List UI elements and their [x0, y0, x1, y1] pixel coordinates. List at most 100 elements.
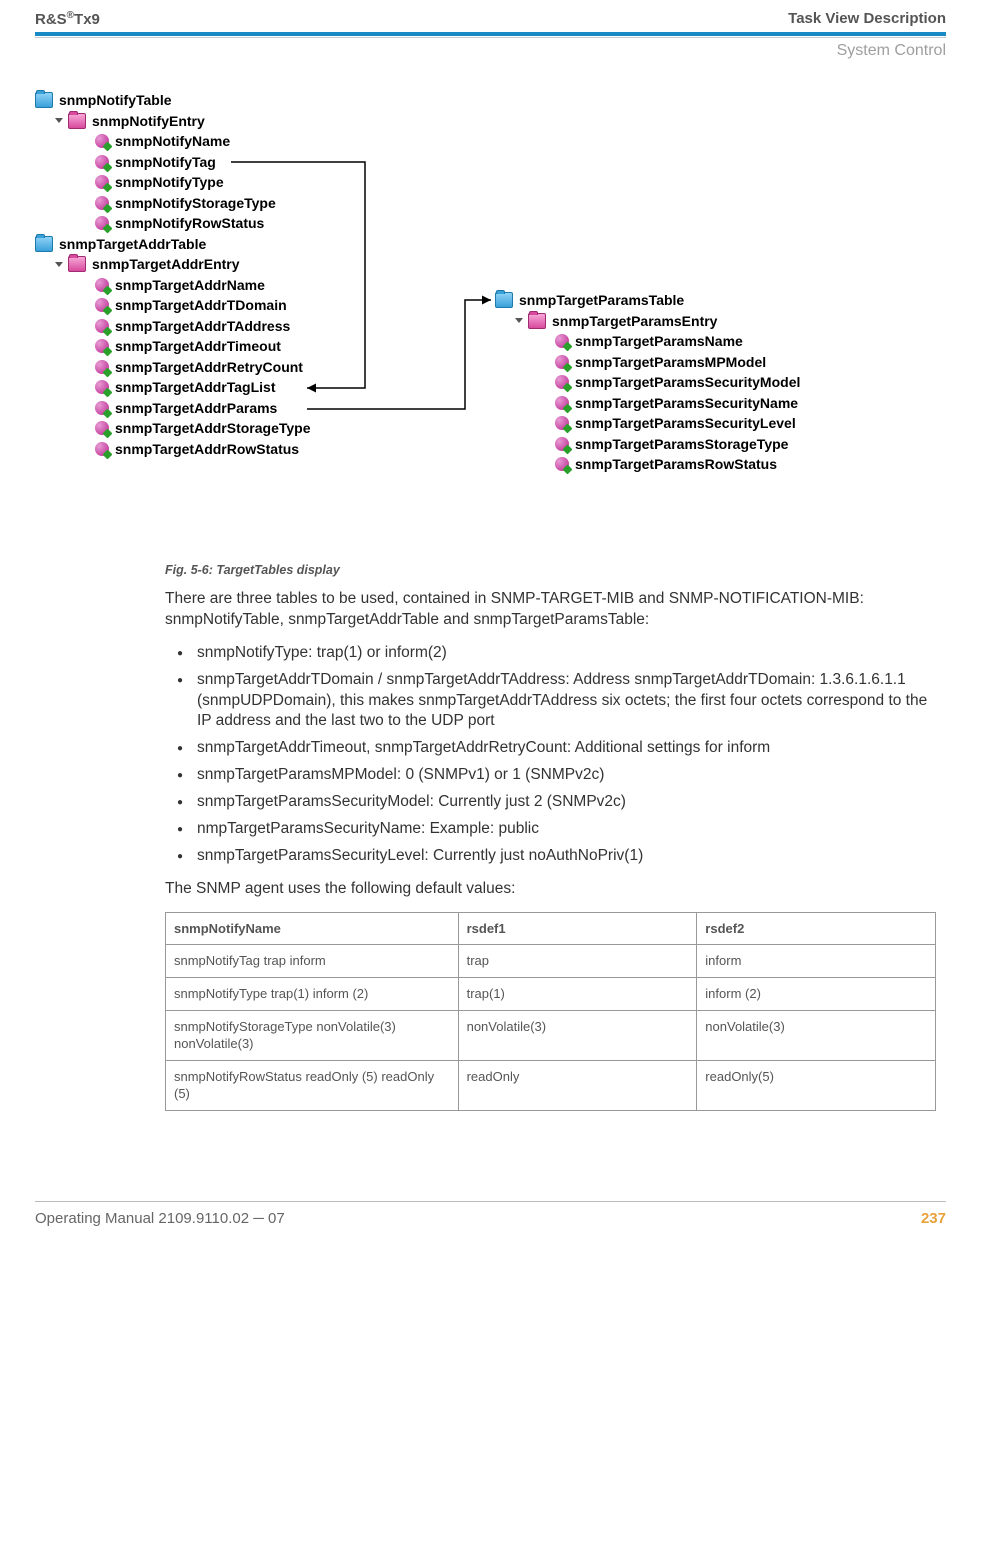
- tree-label: snmpTargetAddrTagList: [115, 379, 276, 395]
- tree-label: snmpTargetParamsTable: [519, 292, 684, 308]
- table-header: rsdef1: [458, 912, 697, 945]
- tree-node-snmpTargetAddrTagList: snmpTargetAddrTagList: [35, 377, 311, 398]
- tree-label: snmpTargetAddrRetryCount: [115, 359, 303, 375]
- leaf-icon: [555, 375, 569, 389]
- bullet-item: snmpTargetAddrTimeout, snmpTargetAddrRet…: [165, 738, 936, 759]
- leaf-icon: [95, 339, 109, 353]
- tree-label: snmpTargetAddrTAddress: [115, 318, 290, 334]
- folder-blue-icon: [495, 292, 513, 308]
- leaf-icon: [95, 216, 109, 230]
- tree-node-snmpTargetParamsEntry: snmpTargetParamsEntry: [495, 311, 800, 332]
- leaf-icon: [555, 457, 569, 471]
- tree-label: snmpNotifyEntry: [92, 113, 205, 129]
- table-row: snmpNotifyType trap(1) inform (2)trap(1)…: [166, 978, 936, 1011]
- table-cell: trap(1): [458, 978, 697, 1011]
- expander-icon: [55, 262, 63, 267]
- tree-label: snmpTargetAddrParams: [115, 400, 277, 416]
- tree-node-snmpTargetAddrTable: snmpTargetAddrTable: [35, 234, 311, 255]
- doc-header-left: R&S®Tx9: [35, 10, 100, 28]
- folder-pink-icon: [68, 256, 86, 272]
- tree-node-snmpNotifyName: snmpNotifyName: [35, 131, 311, 152]
- tree-node-snmpTargetAddrTDomain: snmpTargetAddrTDomain: [35, 295, 311, 316]
- bullet-list: snmpNotifyType: trap(1) or inform(2)snmp…: [165, 643, 936, 867]
- tree-label: snmpTargetAddrStorageType: [115, 420, 311, 436]
- tree-node-snmpTargetAddrParams: snmpTargetAddrParams: [35, 398, 311, 419]
- table-cell: trap: [458, 945, 697, 978]
- table-header: snmpNotifyName: [166, 912, 459, 945]
- tree-node-snmpTargetParamsSecurityName: snmpTargetParamsSecurityName: [495, 393, 800, 414]
- expander-icon: [55, 118, 63, 123]
- bullet-item: snmpTargetParamsSecurityModel: Currently…: [165, 792, 936, 813]
- tree-label: snmpTargetParamsRowStatus: [575, 456, 777, 472]
- leaf-icon: [555, 355, 569, 369]
- tree-node-snmpTargetAddrName: snmpTargetAddrName: [35, 275, 311, 296]
- tree-label: snmpTargetParamsEntry: [552, 313, 717, 329]
- table-cell: readOnly(5): [697, 1060, 936, 1110]
- leaf-icon: [95, 175, 109, 189]
- table-cell: nonVolatile(3): [697, 1010, 936, 1060]
- tree-label: snmpTargetParamsName: [575, 333, 743, 349]
- bullet-item: snmpTargetParamsSecurityLevel: Currently…: [165, 846, 936, 867]
- tree-label: snmpNotifyName: [115, 133, 230, 149]
- tree-label: snmpTargetParamsSecurityLevel: [575, 415, 796, 431]
- tree-label: snmpTargetParamsSecurityName: [575, 395, 798, 411]
- leaf-icon: [555, 334, 569, 348]
- leaf-icon: [95, 401, 109, 415]
- expander-icon: [515, 318, 523, 323]
- tree-node-snmpTargetAddrStorageType: snmpTargetAddrStorageType: [35, 418, 311, 439]
- tree-node-snmpNotifyEntry: snmpNotifyEntry: [35, 111, 311, 132]
- figure-caption: Fig. 5-6: TargetTables display: [165, 562, 936, 579]
- table-cell: inform (2): [697, 978, 936, 1011]
- leaf-icon: [95, 380, 109, 394]
- leaf-icon: [555, 416, 569, 430]
- table-cell: nonVolatile(3): [458, 1010, 697, 1060]
- tree-label: snmpNotifyTag: [115, 154, 216, 170]
- tree-node-snmpTargetAddrEntry: snmpTargetAddrEntry: [35, 254, 311, 275]
- tree-label: snmpTargetParamsSecurityModel: [575, 374, 800, 390]
- leaf-icon: [95, 442, 109, 456]
- tree-label: snmpTargetAddrRowStatus: [115, 441, 299, 457]
- tree-label: snmpTargetAddrEntry: [92, 256, 240, 272]
- tree-node-snmpNotifyRowStatus: snmpNotifyRowStatus: [35, 213, 311, 234]
- leaf-icon: [95, 421, 109, 435]
- table-cell: readOnly: [458, 1060, 697, 1110]
- tree-label: snmpNotifyTable: [59, 92, 172, 108]
- tree-label: snmpNotifyStorageType: [115, 195, 276, 211]
- tree-label: snmpNotifyType: [115, 174, 224, 190]
- tree-node-snmpTargetParamsName: snmpTargetParamsName: [495, 331, 800, 352]
- tree-node-snmpTargetAddrRetryCount: snmpTargetAddrRetryCount: [35, 357, 311, 378]
- table-cell: snmpNotifyRowStatus readOnly (5) readOnl…: [166, 1060, 459, 1110]
- intro-paragraph: There are three tables to be used, conta…: [165, 589, 936, 631]
- defaults-table: snmpNotifyNamersdef1rsdef2 snmpNotifyTag…: [165, 912, 936, 1111]
- tree-node-snmpTargetParamsRowStatus: snmpTargetParamsRowStatus: [495, 454, 800, 475]
- bullet-item: nmpTargetParamsSecurityName: Example: pu…: [165, 819, 936, 840]
- tree-label: snmpTargetAddrTimeout: [115, 338, 281, 354]
- tree-label: snmpTargetAddrTable: [59, 236, 206, 252]
- mib-tree-diagram: snmpNotifyTable snmpNotifyEntry snmpNotify…: [35, 90, 946, 550]
- tree-node-snmpTargetParamsSecurityModel: snmpTargetParamsSecurityModel: [495, 372, 800, 393]
- table-row: snmpNotifyRowStatus readOnly (5) readOnl…: [166, 1060, 936, 1110]
- tree-node-snmpTargetAddrRowStatus: snmpTargetAddrRowStatus: [35, 439, 311, 460]
- leaf-icon: [95, 319, 109, 333]
- tree-node-snmpTargetParamsStorageType: snmpTargetParamsStorageType: [495, 434, 800, 455]
- defaults-intro: The SNMP agent uses the following defaul…: [165, 879, 936, 900]
- leaf-icon: [95, 155, 109, 169]
- table-cell: snmpNotifyStorageType nonVolatile(3) non…: [166, 1010, 459, 1060]
- table-row: snmpNotifyStorageType nonVolatile(3) non…: [166, 1010, 936, 1060]
- table-header: rsdef2: [697, 912, 936, 945]
- tree-label: snmpNotifyRowStatus: [115, 215, 264, 231]
- tree-label: snmpTargetParamsMPModel: [575, 354, 766, 370]
- bullet-item: snmpTargetParamsMPModel: 0 (SNMPv1) or 1…: [165, 765, 936, 786]
- tree-node-snmpNotifyTag: snmpNotifyTag: [35, 152, 311, 173]
- table-row: snmpNotifyTag trap informtrapinform: [166, 945, 936, 978]
- table-cell: snmpNotifyTag trap inform: [166, 945, 459, 978]
- doc-header-right: Task View Description: [788, 10, 946, 28]
- table-cell: snmpNotifyType trap(1) inform (2): [166, 978, 459, 1011]
- folder-pink-icon: [528, 313, 546, 329]
- leaf-icon: [95, 298, 109, 312]
- folder-pink-icon: [68, 113, 86, 129]
- tree-node-snmpNotifyType: snmpNotifyType: [35, 172, 311, 193]
- leaf-icon: [95, 360, 109, 374]
- leaf-icon: [555, 396, 569, 410]
- tree-node-snmpTargetAddrTimeout: snmpTargetAddrTimeout: [35, 336, 311, 357]
